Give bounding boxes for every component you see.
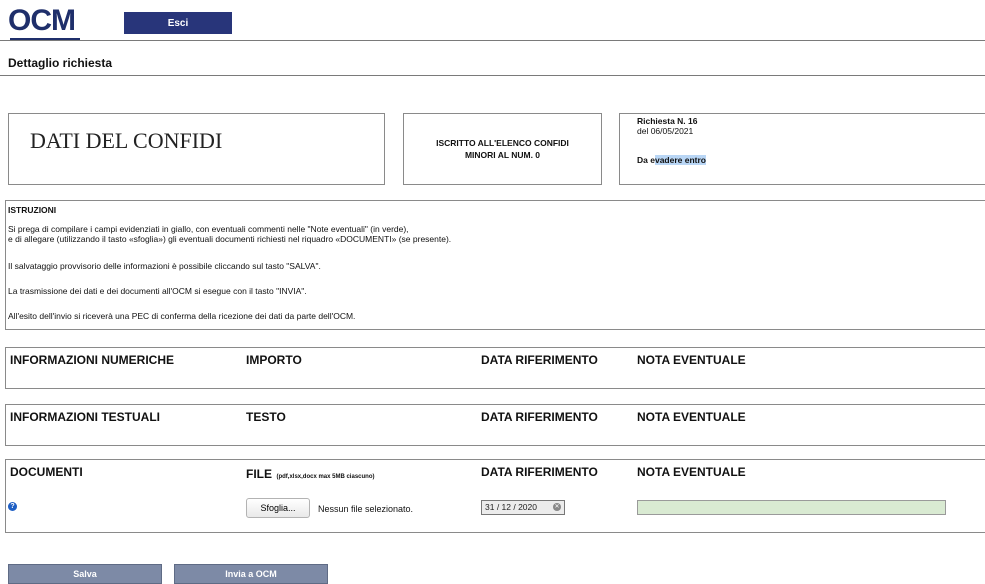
instruction-line: All'esito dell'invio si riceverà una PEC…: [8, 311, 356, 321]
numeric-col-date: DATA RIFERIMENTO: [481, 353, 598, 367]
registry-text: ISCRITTO ALL'ELENCO CONFIDI MINORI AL NU…: [403, 137, 602, 161]
no-file-label: Nessun file selezionato.: [318, 504, 414, 514]
textual-col-text: TESTO: [246, 410, 286, 424]
save-button[interactable]: Salva: [8, 564, 162, 584]
documents-section-title: DOCUMENTI: [10, 465, 83, 479]
file-label: FILE: [246, 467, 272, 481]
clear-date-icon[interactable]: ✕: [553, 503, 561, 511]
instructions-title: ISTRUZIONI: [8, 205, 57, 215]
send-to-ocm-button[interactable]: Invia a OCM: [174, 564, 328, 584]
note-input[interactable]: [637, 500, 946, 515]
logo-text: OCM: [8, 4, 76, 37]
help-icon[interactable]: ?: [8, 502, 17, 511]
instruction-line: Il salvataggio provvisorio delle informa…: [8, 261, 321, 271]
request-number: Richiesta N. 16: [637, 116, 698, 126]
textual-col-date: DATA RIFERIMENTO: [481, 410, 598, 424]
ocm-logo: OCM: [8, 4, 88, 40]
reference-date-input[interactable]: 31 / 12 / 2020 ✕: [481, 500, 565, 515]
registry-line-1: ISCRITTO ALL'ELENCO CONFIDI: [436, 138, 569, 148]
date-value: 31 / 12 / 2020: [485, 502, 537, 512]
instruction-line: e di allegare (utilizzando il tasto «sfo…: [8, 234, 452, 244]
instruction-line: Si prega di compilare i campi evidenziat…: [8, 224, 409, 234]
browse-file-button[interactable]: Sfoglia...: [246, 498, 310, 518]
due-highlight: vadere entro: [654, 155, 706, 165]
numeric-section-title: INFORMAZIONI NUMERICHE: [10, 353, 174, 367]
header-divider: [0, 40, 985, 41]
numeric-col-amount: IMPORTO: [246, 353, 302, 367]
documents-col-note: NOTA EVENTUALE: [637, 465, 746, 479]
registry-line-2: MINORI AL NUM. 0: [464, 150, 541, 160]
due-prefix: Da e: [637, 155, 655, 165]
request-date: del 06/05/2021: [637, 126, 694, 136]
documents-col-file: FILE (pdf,xlsx,docx max 5MB ciascuno): [246, 465, 374, 483]
page-title: Dettaglio richiesta: [8, 56, 113, 70]
instruction-line: La trasmissione dei dati e dei documenti…: [8, 286, 307, 296]
title-divider: [0, 75, 985, 76]
textual-col-note: NOTA EVENTUALE: [637, 410, 746, 424]
confidi-title: DATI DEL CONFIDI: [30, 128, 223, 153]
documents-col-date: DATA RIFERIMENTO: [481, 465, 598, 479]
file-format-note: (pdf,xlsx,docx max 5MB ciascuno): [276, 474, 375, 480]
exit-button[interactable]: Esci: [124, 12, 232, 34]
textual-section-title: INFORMAZIONI TESTUALI: [10, 410, 160, 424]
request-due: Da evadere entro: [637, 155, 706, 165]
numeric-col-note: NOTA EVENTUALE: [637, 353, 746, 367]
